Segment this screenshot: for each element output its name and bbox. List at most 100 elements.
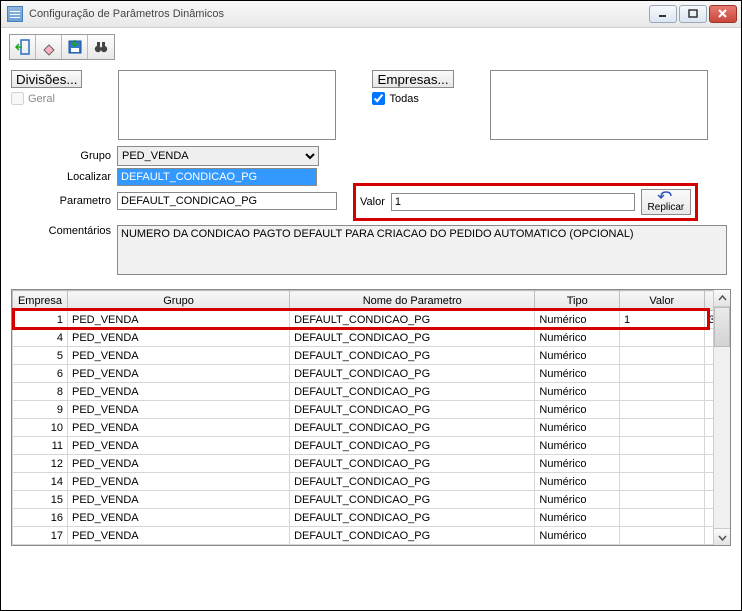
cell-nome[interactable]: DEFAULT_CONDICAO_PG <box>290 365 535 383</box>
cell-valor[interactable] <box>620 365 705 383</box>
cell-valor[interactable] <box>620 437 705 455</box>
divisoes-button[interactable]: Divisões... <box>11 70 82 88</box>
cell-nome[interactable]: DEFAULT_CONDICAO_PG <box>290 491 535 509</box>
col-grupo-header[interactable]: Grupo <box>67 291 289 311</box>
valor-input[interactable] <box>391 193 635 211</box>
cell-tipo[interactable]: Numérico <box>535 473 620 491</box>
cell-empresa[interactable]: 12 <box>13 455 68 473</box>
divisoes-list[interactable] <box>118 70 336 140</box>
table-row[interactable]: 16PED_VENDADEFAULT_CONDICAO_PGNumérico <box>13 509 730 527</box>
cell-grupo[interactable]: PED_VENDA <box>67 473 289 491</box>
cell-tipo[interactable]: Numérico <box>535 419 620 437</box>
col-nome-header[interactable]: Nome do Parametro <box>290 291 535 311</box>
cell-nome[interactable]: DEFAULT_CONDICAO_PG <box>290 383 535 401</box>
cell-valor[interactable] <box>620 383 705 401</box>
vertical-scrollbar[interactable] <box>713 290 730 545</box>
cell-valor[interactable] <box>620 455 705 473</box>
cell-tipo[interactable]: Numérico <box>535 311 620 329</box>
cell-nome[interactable]: DEFAULT_CONDICAO_PG <box>290 455 535 473</box>
cell-valor[interactable] <box>620 419 705 437</box>
cell-grupo[interactable]: PED_VENDA <box>67 311 289 329</box>
col-empresa-header[interactable]: Empresa <box>13 291 68 311</box>
close-button[interactable] <box>709 5 737 23</box>
table-row[interactable]: 1PED_VENDADEFAULT_CONDICAO_PGNumérico13/ <box>13 311 730 329</box>
cell-nome[interactable]: DEFAULT_CONDICAO_PG <box>290 347 535 365</box>
table-row[interactable]: 12PED_VENDADEFAULT_CONDICAO_PGNumérico <box>13 455 730 473</box>
save-button[interactable] <box>62 35 88 59</box>
cell-valor[interactable] <box>620 491 705 509</box>
titlebar[interactable]: Configuração de Parâmetros Dinâmicos <box>1 1 741 28</box>
empresas-button[interactable]: Empresas... <box>372 70 453 88</box>
cell-valor[interactable] <box>620 509 705 527</box>
scroll-thumb[interactable] <box>714 307 730 347</box>
cell-tipo[interactable]: Numérico <box>535 347 620 365</box>
table-row[interactable]: 6PED_VENDADEFAULT_CONDICAO_PGNumérico <box>13 365 730 383</box>
erase-button[interactable] <box>36 35 62 59</box>
cell-valor[interactable] <box>620 473 705 491</box>
cell-grupo[interactable]: PED_VENDA <box>67 437 289 455</box>
cell-nome[interactable]: DEFAULT_CONDICAO_PG <box>290 329 535 347</box>
table-row[interactable]: 9PED_VENDADEFAULT_CONDICAO_PGNumérico <box>13 401 730 419</box>
cell-valor[interactable] <box>620 401 705 419</box>
cell-empresa[interactable]: 10 <box>13 419 68 437</box>
col-valor-header[interactable]: Valor <box>620 291 705 311</box>
cell-tipo[interactable]: Numérico <box>535 365 620 383</box>
cell-grupo[interactable]: PED_VENDA <box>67 419 289 437</box>
cell-tipo[interactable]: Numérico <box>535 455 620 473</box>
todas-checkbox[interactable]: Todas <box>372 92 453 105</box>
maximize-button[interactable] <box>679 5 707 23</box>
cell-empresa[interactable]: 16 <box>13 509 68 527</box>
minimize-button[interactable] <box>649 5 677 23</box>
localizar-input[interactable] <box>117 168 317 186</box>
cell-tipo[interactable]: Numérico <box>535 329 620 347</box>
col-tipo-header[interactable]: Tipo <box>535 291 620 311</box>
table-row[interactable]: 15PED_VENDADEFAULT_CONDICAO_PGNumérico <box>13 491 730 509</box>
exit-button[interactable] <box>10 35 36 59</box>
cell-nome[interactable]: DEFAULT_CONDICAO_PG <box>290 401 535 419</box>
grupo-combo[interactable]: PED_VENDA <box>117 146 319 166</box>
cell-tipo[interactable]: Numérico <box>535 437 620 455</box>
table-row[interactable]: 11PED_VENDADEFAULT_CONDICAO_PGNumérico <box>13 437 730 455</box>
cell-grupo[interactable]: PED_VENDA <box>67 383 289 401</box>
table-row[interactable]: 5PED_VENDADEFAULT_CONDICAO_PGNumérico <box>13 347 730 365</box>
cell-grupo[interactable]: PED_VENDA <box>67 365 289 383</box>
cell-tipo[interactable]: Numérico <box>535 491 620 509</box>
search-button[interactable] <box>88 35 114 59</box>
comentarios-field[interactable]: NUMERO DA CONDICAO PAGTO DEFAULT PARA CR… <box>117 225 727 275</box>
replicar-button[interactable]: Replicar <box>641 189 691 215</box>
cell-valor[interactable] <box>620 527 705 545</box>
cell-nome[interactable]: DEFAULT_CONDICAO_PG <box>290 509 535 527</box>
empresas-list[interactable] <box>490 70 708 140</box>
parametro-input[interactable] <box>117 192 337 210</box>
cell-grupo[interactable]: PED_VENDA <box>67 347 289 365</box>
table-row[interactable]: 17PED_VENDADEFAULT_CONDICAO_PGNumérico <box>13 527 730 545</box>
scroll-down-button[interactable] <box>714 528 730 545</box>
cell-grupo[interactable]: PED_VENDA <box>67 491 289 509</box>
cell-nome[interactable]: DEFAULT_CONDICAO_PG <box>290 473 535 491</box>
cell-empresa[interactable]: 14 <box>13 473 68 491</box>
cell-nome[interactable]: DEFAULT_CONDICAO_PG <box>290 419 535 437</box>
cell-nome[interactable]: DEFAULT_CONDICAO_PG <box>290 437 535 455</box>
cell-empresa[interactable]: 1 <box>13 311 68 329</box>
table-row[interactable]: 14PED_VENDADEFAULT_CONDICAO_PGNumérico <box>13 473 730 491</box>
grid-table[interactable]: Empresa Grupo Nome do Parametro Tipo Val… <box>12 290 730 545</box>
cell-tipo[interactable]: Numérico <box>535 383 620 401</box>
cell-empresa[interactable]: 8 <box>13 383 68 401</box>
cell-grupo[interactable]: PED_VENDA <box>67 527 289 545</box>
cell-empresa[interactable]: 17 <box>13 527 68 545</box>
cell-grupo[interactable]: PED_VENDA <box>67 509 289 527</box>
cell-grupo[interactable]: PED_VENDA <box>67 455 289 473</box>
cell-tipo[interactable]: Numérico <box>535 527 620 545</box>
cell-nome[interactable]: DEFAULT_CONDICAO_PG <box>290 311 535 329</box>
table-row[interactable]: 8PED_VENDADEFAULT_CONDICAO_PGNumérico <box>13 383 730 401</box>
cell-empresa[interactable]: 6 <box>13 365 68 383</box>
cell-empresa[interactable]: 4 <box>13 329 68 347</box>
scroll-up-button[interactable] <box>714 290 730 307</box>
cell-nome[interactable]: DEFAULT_CONDICAO_PG <box>290 527 535 545</box>
cell-tipo[interactable]: Numérico <box>535 401 620 419</box>
cell-empresa[interactable]: 15 <box>13 491 68 509</box>
cell-empresa[interactable]: 5 <box>13 347 68 365</box>
todas-check-input[interactable] <box>372 92 385 105</box>
cell-valor[interactable] <box>620 329 705 347</box>
cell-tipo[interactable]: Numérico <box>535 509 620 527</box>
